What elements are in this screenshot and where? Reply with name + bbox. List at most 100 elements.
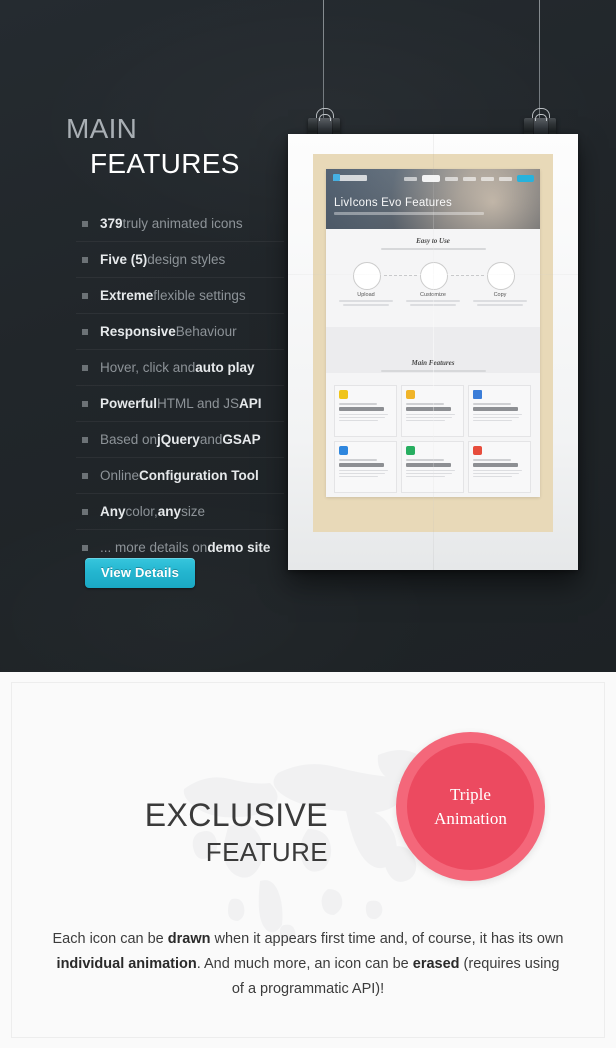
square-bullet-icon — [82, 436, 88, 443]
card-title — [339, 407, 384, 411]
card-text-line — [473, 413, 522, 416]
description-text: when it appears first time and, of cours… — [210, 930, 564, 947]
card-text-line — [473, 472, 519, 475]
card-text-line — [473, 475, 513, 478]
feature-strong-text: Five (5) — [100, 252, 148, 267]
card-text-line — [339, 472, 385, 475]
feature-strong-text: Configuration Tool — [139, 468, 259, 483]
feature-strong-text: Responsive — [100, 324, 176, 339]
poster-feature-card — [468, 385, 531, 437]
step-text — [337, 300, 395, 308]
exclusive-title-line-2: FEATURE — [205, 836, 328, 867]
description-emphasis: individual animation — [56, 955, 197, 972]
pencil-icon — [473, 446, 482, 455]
step-text — [471, 300, 529, 308]
page-title: MAIN FEATURES — [66, 111, 266, 181]
feature-strong-text: API — [239, 396, 262, 411]
feature-strong-text: Any — [100, 504, 126, 519]
card-text-line — [406, 469, 455, 472]
card-text-line — [473, 416, 519, 419]
feature-light-text: truly animated icons — [122, 216, 243, 231]
card-text-line — [406, 416, 452, 419]
paper-fold-horizontal — [288, 273, 578, 275]
upload-icon — [353, 262, 381, 290]
feature-strong-text: GSAP — [222, 432, 261, 447]
feature-light-text: and — [199, 432, 223, 447]
hanging-cord-left — [323, 0, 324, 118]
card-title — [406, 463, 451, 467]
triple-animation-badge: Triple Animation — [396, 732, 545, 881]
badge-line-1: Triple — [450, 784, 491, 804]
flag-icon — [339, 446, 348, 455]
binder-clip-icon-left — [308, 108, 340, 136]
card-text-line — [339, 416, 385, 419]
feature-list-item: Five (5) design styles — [76, 242, 284, 278]
feature-light-text: flexible settings — [153, 288, 246, 303]
feature-light-text: size — [181, 504, 206, 519]
bell-icon — [406, 390, 415, 399]
poster-feature-card — [334, 385, 397, 437]
poster-feature-card — [468, 441, 531, 493]
card-kicker — [339, 459, 378, 461]
description-text: Each icon can be — [52, 930, 168, 947]
page-root: MAIN FEATURES 379 truly animated icons Fi… — [0, 0, 616, 1048]
feature-list-item: Extreme flexible settings — [76, 278, 284, 314]
card-text-line — [406, 472, 452, 475]
exclusive-description: Each icon can be drawn when it appears f… — [52, 927, 564, 1002]
step-connector — [451, 275, 484, 277]
feature-list-item: Hover, click and auto play — [76, 350, 284, 386]
card-kicker — [473, 403, 512, 405]
card-kicker — [473, 459, 512, 461]
card-text-line — [339, 475, 379, 478]
card-title — [473, 463, 518, 467]
poster-feature-card — [334, 441, 397, 493]
square-bullet-icon — [82, 364, 88, 371]
headline-line-2: FEATURES — [90, 147, 240, 179]
livicons-logo-mark-icon — [333, 174, 340, 181]
description-emphasis: drawn — [167, 930, 211, 947]
hanging-cord-right — [539, 0, 540, 118]
card-title — [339, 463, 384, 467]
view-details-button[interactable]: View Details — [84, 558, 196, 588]
gear-icon — [406, 446, 415, 455]
feature-light-text: design styles — [147, 252, 226, 267]
square-bullet-icon — [82, 256, 88, 263]
feature-light-text: ... more details on — [100, 540, 208, 555]
card-title — [406, 407, 451, 411]
feature-strong-text: any — [157, 504, 182, 519]
badge-line-2: Animation — [434, 808, 507, 828]
square-bullet-icon — [82, 544, 88, 551]
feature-light-text: HTML and JS — [157, 396, 240, 411]
headline-line-1: MAIN — [66, 112, 138, 144]
step-label: Upload — [357, 292, 375, 298]
feature-list-item: 379 truly animated icons — [76, 206, 284, 242]
grid-icon — [473, 390, 482, 399]
feature-list-item: Based on jQuery and GSAP — [76, 422, 284, 458]
triple-animation-badge-inner: Triple Animation — [407, 743, 534, 870]
poster-site-title: LivIcons Evo Features — [334, 197, 452, 209]
step-connector — [384, 275, 417, 277]
feature-light-text: Behaviour — [175, 324, 237, 339]
card-text-line — [406, 475, 446, 478]
card-text-line — [339, 413, 388, 416]
feature-list-item: Powerful HTML and JS API — [76, 386, 284, 422]
feature-strong-text: 379 — [100, 216, 123, 231]
exclusive-title: EXCLUSIVE FEATURE — [12, 795, 328, 869]
step-label: Copy — [493, 292, 507, 298]
card-text-line — [406, 419, 446, 422]
card-kicker — [406, 403, 445, 405]
card-text-line — [473, 469, 522, 472]
exclusive-title-line-1: EXCLUSIVE — [144, 796, 328, 833]
feature-strong-text: Powerful — [100, 396, 158, 411]
sliders-icon — [420, 262, 448, 290]
square-bullet-icon — [82, 328, 88, 335]
square-bullet-icon — [82, 508, 88, 515]
magic-wand-icon — [339, 390, 348, 399]
view-details-button-wrap: View Details — [36, 558, 244, 588]
card-kicker — [406, 459, 445, 461]
feature-light-text: Based on — [100, 432, 158, 447]
feature-strong-text: demo site — [207, 540, 271, 555]
card-text-line — [339, 469, 388, 472]
binder-clip-icon-right — [524, 108, 556, 136]
clipboard-icon — [487, 262, 515, 290]
